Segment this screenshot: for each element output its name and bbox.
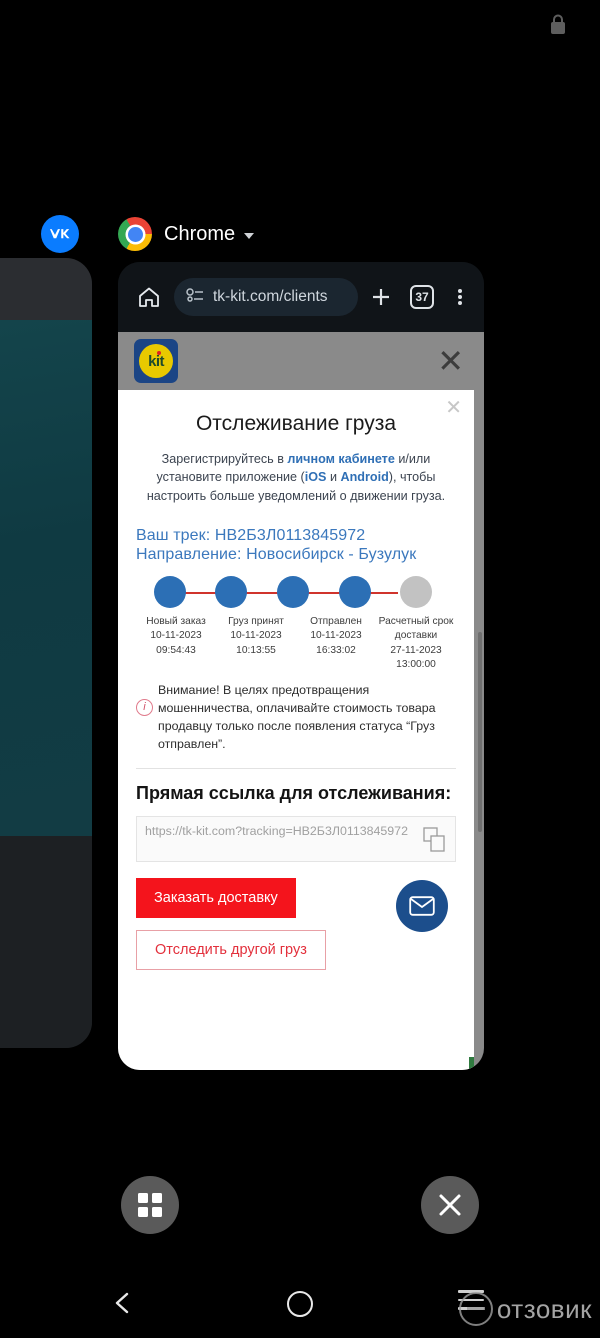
tracking-modal: ✕ Отслеживание груза Зарегистрируйтесь в… [118, 390, 474, 1070]
home-icon[interactable] [134, 285, 164, 309]
track-number-line: Ваш трек: НВ2Б3Л0113845972 [136, 526, 366, 544]
recents-card-vk[interactable] [0, 258, 92, 1048]
step-label-text: Новый заказ [146, 615, 206, 627]
step-date: 10-11-2023 [230, 630, 282, 642]
vk-chat-background [0, 320, 92, 836]
link-android[interactable]: Android [341, 470, 389, 484]
step-time: 10:13:55 [236, 644, 276, 656]
new-tab-button[interactable] [366, 285, 396, 309]
tab-counter-button[interactable]: 37 [410, 285, 434, 309]
order-delivery-button[interactable]: Заказать доставку [136, 878, 296, 919]
fraud-warning: i Внимание! В целях предотвращения мошен… [136, 682, 456, 754]
vk-app-topbar [0, 258, 92, 320]
otzovik-watermark: отзовик [458, 1292, 592, 1326]
recents-card-chrome[interactable]: tk-kit.com/clients 37 kit ✕ ✕ Отслеживан… [118, 262, 484, 1070]
nav-home-button[interactable] [287, 1291, 313, 1317]
browser-omnibox-bar: tk-kit.com/clients 37 [118, 262, 484, 332]
overflow-menu-icon[interactable] [448, 287, 472, 307]
step-time: 16:33:02 [316, 644, 356, 656]
modal-close-icon[interactable]: ✕ [445, 398, 462, 418]
info-icon: i [136, 698, 153, 716]
tracking-stepper [136, 575, 456, 610]
page-edge-marker [469, 1057, 474, 1070]
android-recents-screen: Chrome tk-kit.com/clients 37 kit ✕ ✕ Отс… [0, 0, 600, 1338]
url-bar[interactable]: tk-kit.com/clients [174, 278, 358, 316]
vk-keyboard [0, 836, 92, 1048]
site-header: kit ✕ [118, 332, 484, 390]
step-date: 10-11-2023 [150, 630, 202, 642]
step-label-text: Отправлен [310, 615, 362, 627]
direct-link-heading: Прямая ссылка для отслеживания: [136, 782, 452, 803]
recents-grid-button[interactable] [121, 1176, 179, 1234]
close-icon [439, 1194, 461, 1216]
subtitle-part1: Зарегистрируйтесь в [161, 452, 288, 466]
modal-title: Отслеживание груза [195, 412, 397, 435]
site-close-icon[interactable]: ✕ [437, 345, 464, 377]
link-personal-cabinet[interactable]: личном кабинете [287, 452, 394, 466]
step-label-1: Новый заказ 10-11-2023 09:54:43 [136, 615, 216, 673]
subtitle-part3: и [326, 470, 341, 485]
stepper-labels: Новый заказ 10-11-2023 09:54:43 Груз при… [136, 615, 456, 673]
chrome-logo-icon [118, 217, 152, 251]
step-time: 13:00:00 [396, 659, 436, 671]
url-text: tk-kit.com/clients [213, 288, 328, 305]
step-dot-2 [215, 575, 247, 608]
divider [136, 767, 456, 769]
fraud-warning-text: Внимание! В целях предотвращения мошенни… [158, 682, 436, 751]
mail-icon[interactable] [396, 880, 448, 933]
action-buttons: Заказать доставку Отследить другой груз [136, 878, 456, 971]
step-label-text: Расчетный срок доставки [378, 615, 454, 642]
vk-icon[interactable] [41, 215, 79, 253]
kit-logo-icon[interactable]: kit [134, 339, 178, 383]
step-label-text: Груз принят [228, 615, 284, 627]
chevron-down-icon[interactable] [244, 232, 255, 239]
otzovik-watermark-text: отзовик [496, 1293, 592, 1324]
link-ios[interactable]: iOS [305, 470, 327, 484]
step-dot-1 [154, 575, 186, 608]
step-dot-5 [400, 575, 432, 608]
copy-icon[interactable] [423, 827, 447, 858]
web-page-viewport: kit ✕ ✕ Отслеживание груза Зарегистрируй… [118, 332, 484, 1070]
otzovik-logo-icon [458, 1292, 493, 1326]
direct-link-url: https://tk-kit.com?tracking=НВ2Б3Л011384… [145, 824, 408, 839]
step-time: 09:54:43 [156, 644, 196, 656]
step-date: 10-11-2023 [310, 630, 362, 642]
nav-back-button[interactable] [110, 1290, 136, 1321]
page-info-icon[interactable] [186, 287, 204, 307]
step-date: 27-11-2023 [390, 644, 442, 656]
direct-link-box[interactable]: https://tk-kit.com?tracking=НВ2Б3Л011384… [136, 816, 456, 863]
modal-subtitle: Зарегистрируйтесь в личном кабинете и/ил… [136, 450, 456, 505]
grid-icon [138, 1193, 162, 1217]
chrome-card-header[interactable]: Chrome [118, 212, 484, 256]
step-label-3: Отправлен 10-11-2023 16:33:02 [296, 615, 376, 673]
track-another-button[interactable]: Отследить другой груз [136, 930, 326, 971]
kit-logo-text: kit [148, 352, 164, 370]
step-dot-4 [339, 575, 371, 608]
chrome-app-name: Chrome [164, 222, 236, 245]
step-label-4: Расчетный срок доставки 27-11-2023 13:00… [376, 615, 456, 673]
lock-icon[interactable] [548, 13, 568, 42]
step-label-2: Груз принят 10-11-2023 10:13:55 [216, 615, 296, 673]
page-scrollbar[interactable] [478, 632, 482, 832]
direction-line: Направление: Новосибирск - Бузулук [136, 545, 417, 563]
step-dot-3 [277, 575, 309, 608]
recents-close-all-button[interactable] [421, 1176, 479, 1234]
